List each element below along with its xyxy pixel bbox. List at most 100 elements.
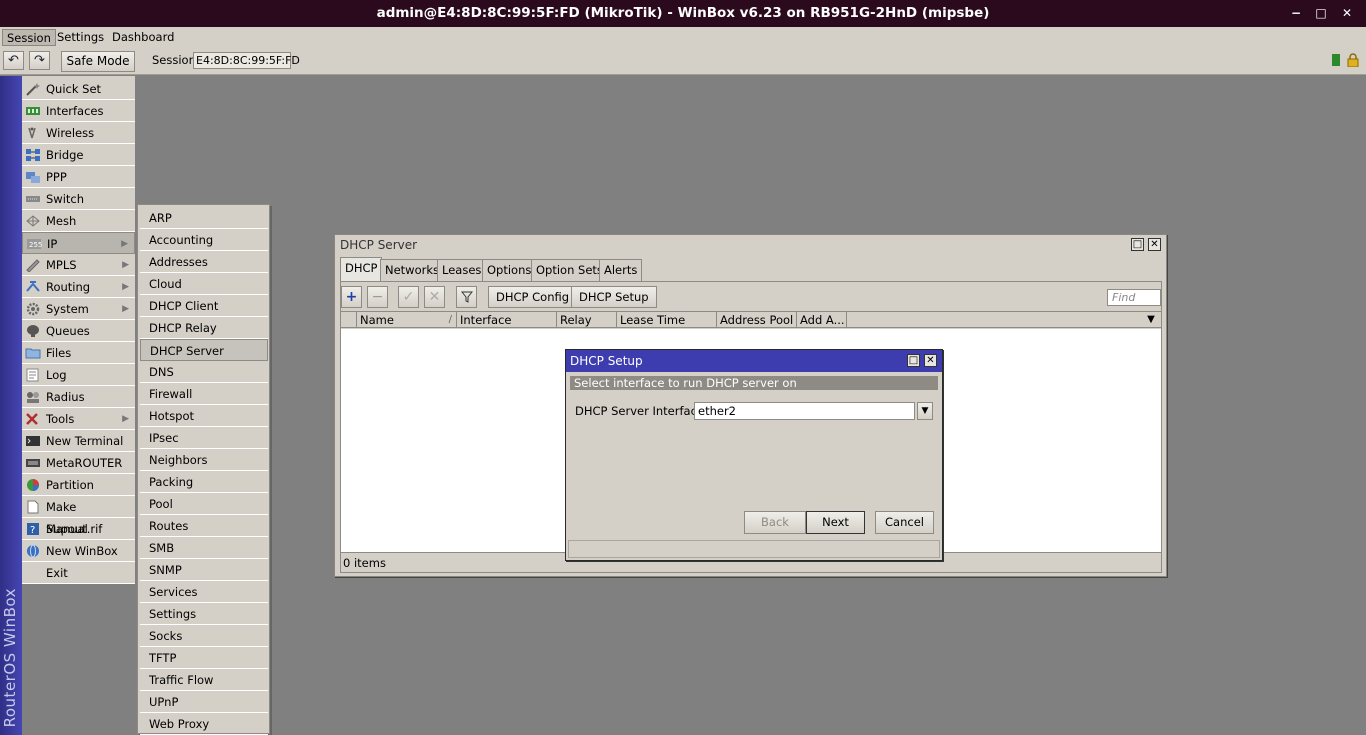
- maximize-button[interactable]: □: [1313, 5, 1329, 21]
- column-relay[interactable]: Relay: [557, 312, 617, 328]
- sidebar-item-new-terminal[interactable]: New Terminal: [22, 430, 135, 452]
- sort-indicator: /: [448, 314, 452, 325]
- tab-options[interactable]: Options: [482, 259, 537, 281]
- submenu-item-neighbors[interactable]: Neighbors: [140, 449, 268, 471]
- submenu-item-web-proxy[interactable]: Web Proxy: [140, 713, 268, 735]
- sidebar-item-manual[interactable]: ? Manual: [22, 518, 135, 540]
- back-button[interactable]: Back: [744, 511, 806, 534]
- tab-option-sets[interactable]: Option Sets: [531, 259, 608, 281]
- submenu-item-dhcp-server[interactable]: DHCP Server: [140, 339, 268, 361]
- sidebar-item-ppp[interactable]: PPP: [22, 166, 135, 188]
- tab-alerts[interactable]: Alerts: [599, 259, 643, 281]
- interface-select[interactable]: ether2: [694, 402, 915, 420]
- submenu-item-services[interactable]: Services: [140, 581, 268, 603]
- tab-networks[interactable]: Networks: [380, 259, 445, 281]
- filter-button[interactable]: [456, 286, 477, 308]
- tab-leases[interactable]: Leases: [437, 259, 487, 281]
- columns-dropdown-icon[interactable]: ▼: [1143, 312, 1159, 328]
- dhcp-config-button[interactable]: DHCP Config: [488, 286, 578, 308]
- menu-dashboard[interactable]: Dashboard: [108, 29, 178, 46]
- chevron-down-icon[interactable]: ▼: [917, 402, 933, 420]
- submenu-item-socks[interactable]: Socks: [140, 625, 268, 647]
- dhcp-setup-button[interactable]: DHCP Setup: [571, 286, 657, 308]
- submenu-item-firewall[interactable]: Firewall: [140, 383, 268, 405]
- safe-mode-button[interactable]: Safe Mode: [61, 51, 135, 72]
- submenu-item-ipsec[interactable]: IPsec: [140, 427, 268, 449]
- column-address-pool[interactable]: Address Pool: [717, 312, 797, 328]
- submenu-item-dhcp-relay[interactable]: DHCP Relay: [140, 317, 268, 339]
- sidebar-item-new-winbox[interactable]: New WinBox: [22, 540, 135, 562]
- sidebar-item-partition[interactable]: Partition: [22, 474, 135, 496]
- sidebar-item-label: Interfaces: [46, 104, 104, 118]
- menu-session[interactable]: Session: [2, 29, 56, 46]
- sidebar-item-files[interactable]: Files: [22, 342, 135, 364]
- minimize-button[interactable]: −: [1288, 5, 1304, 21]
- column-select[interactable]: [341, 312, 357, 328]
- sidebar-item-mesh[interactable]: Mesh: [22, 210, 135, 232]
- maximize-window-button[interactable]: □: [1131, 238, 1144, 251]
- sidebar-item-radius[interactable]: Radius: [22, 386, 135, 408]
- sidebar-item-mpls[interactable]: MPLS ▶: [22, 254, 135, 276]
- gear-icon: [26, 302, 40, 316]
- table-header: Name / Interface Relay Lease Time Addres…: [341, 311, 1161, 328]
- sidebar-item-ip[interactable]: 255 IP ▶: [22, 232, 135, 254]
- submenu-item-snmp[interactable]: SNMP: [140, 559, 268, 581]
- submenu-item-routes[interactable]: Routes: [140, 515, 268, 537]
- submenu-item-packing[interactable]: Packing: [140, 471, 268, 493]
- sidebar-item-log[interactable]: Log: [22, 364, 135, 386]
- column-interface[interactable]: Interface: [457, 312, 557, 328]
- menu-settings[interactable]: Settings: [53, 29, 108, 46]
- close-window-button[interactable]: ✕: [1148, 238, 1161, 251]
- wireless-icon: [28, 127, 36, 139]
- sidebar-item-bridge[interactable]: Bridge: [22, 144, 135, 166]
- sidebar-item-quick-set[interactable]: Quick Set: [22, 78, 135, 100]
- column-name[interactable]: Name /: [357, 312, 457, 328]
- ip-icon: 255: [27, 239, 42, 249]
- sidebar-item-label: PPP: [46, 170, 67, 184]
- close-button[interactable]: ✕: [1339, 5, 1355, 21]
- submenu-item-dhcp-client[interactable]: DHCP Client: [140, 295, 268, 317]
- submenu-item-upnp[interactable]: UPnP: [140, 691, 268, 713]
- submenu-item-smb[interactable]: SMB: [140, 537, 268, 559]
- submenu-item-traffic-flow[interactable]: Traffic Flow: [140, 669, 268, 691]
- cancel-button[interactable]: Cancel: [875, 511, 934, 534]
- find-input[interactable]: Find: [1107, 289, 1161, 306]
- exit-icon: [25, 566, 41, 580]
- sidebar-item-queues[interactable]: Queues: [22, 320, 135, 342]
- column-add-arp[interactable]: Add A...: [797, 312, 847, 328]
- column-lease-time[interactable]: Lease Time: [617, 312, 717, 328]
- submenu-item-accounting[interactable]: Accounting: [140, 229, 268, 251]
- sidebar-item-switch[interactable]: Switch: [22, 188, 135, 210]
- sidebar-item-system[interactable]: System ▶: [22, 298, 135, 320]
- sidebar-item-metarouter[interactable]: MetaROUTER: [22, 452, 135, 474]
- submenu-item-hotspot[interactable]: Hotspot: [140, 405, 268, 427]
- sidebar-item-exit[interactable]: Exit: [22, 562, 135, 584]
- undo-button[interactable]: ↶: [3, 51, 24, 70]
- submenu-item-dns[interactable]: DNS: [140, 361, 268, 383]
- session-label: Session: [152, 53, 196, 67]
- redo-button[interactable]: ↷: [29, 51, 50, 70]
- submenu-item-pool[interactable]: Pool: [140, 493, 268, 515]
- folder-icon: [25, 348, 41, 359]
- maximize-dialog-button[interactable]: □: [907, 354, 920, 367]
- submenu-item-arp[interactable]: ARP: [140, 207, 268, 229]
- sidebar-item-make-supout[interactable]: Make Supout.rif: [22, 496, 135, 536]
- sidebar-item-label: Files: [46, 346, 72, 360]
- submenu-item-tftp[interactable]: TFTP: [140, 647, 268, 669]
- sidebar-item-tools[interactable]: Tools ▶: [22, 408, 135, 430]
- chevron-right-icon: ▶: [121, 239, 128, 249]
- close-dialog-button[interactable]: ✕: [924, 354, 937, 367]
- sidebar-item-interfaces[interactable]: Interfaces: [22, 100, 135, 122]
- tab-dhcp[interactable]: DHCP: [340, 257, 383, 281]
- enable-button[interactable]: ✓: [398, 286, 419, 308]
- add-button[interactable]: +: [341, 286, 362, 308]
- sidebar-item-wireless[interactable]: Wireless: [22, 122, 135, 144]
- next-button[interactable]: Next: [806, 511, 865, 534]
- submenu-item-cloud[interactable]: Cloud: [140, 273, 268, 295]
- sidebar-item-routing[interactable]: Routing ▶: [22, 276, 135, 298]
- submenu-item-addresses[interactable]: Addresses: [140, 251, 268, 273]
- dhcp-setup-title: DHCP Setup: [566, 350, 942, 372]
- remove-button[interactable]: −: [367, 286, 388, 308]
- submenu-item-settings[interactable]: Settings: [140, 603, 268, 625]
- disable-button[interactable]: ✕: [424, 286, 445, 308]
